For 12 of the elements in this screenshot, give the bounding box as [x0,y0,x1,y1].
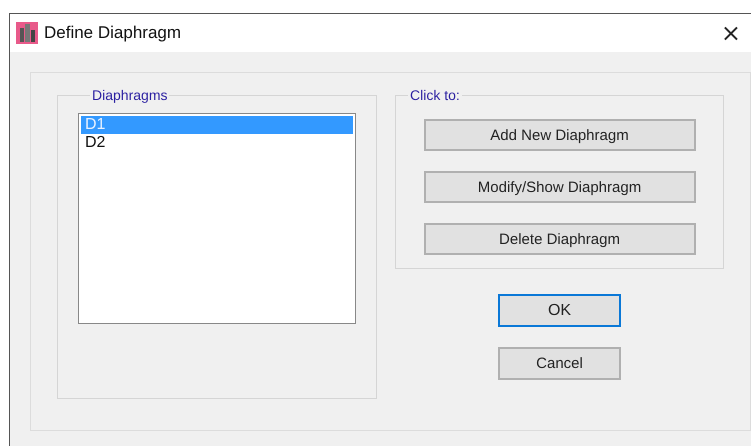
close-button[interactable]: × [716,19,745,47]
group-label: Diaphragms [91,87,168,103]
group-label: Click to: [409,87,461,103]
action-button[interactable]: Add New Diaphragm [424,119,696,151]
cancel-button[interactable]: Cancel [498,347,621,380]
diaphragm-list[interactable]: D1 D2 [78,113,356,324]
action-button[interactable]: Delete Diaphragm [424,223,696,255]
buildings-icon [16,22,38,44]
window-title: Define Diaphragm [44,23,182,43]
action-button[interactable]: Modify/Show Diaphragm [424,171,696,203]
ok-button[interactable]: OK [498,294,621,327]
list-item[interactable]: D2 [81,134,353,152]
